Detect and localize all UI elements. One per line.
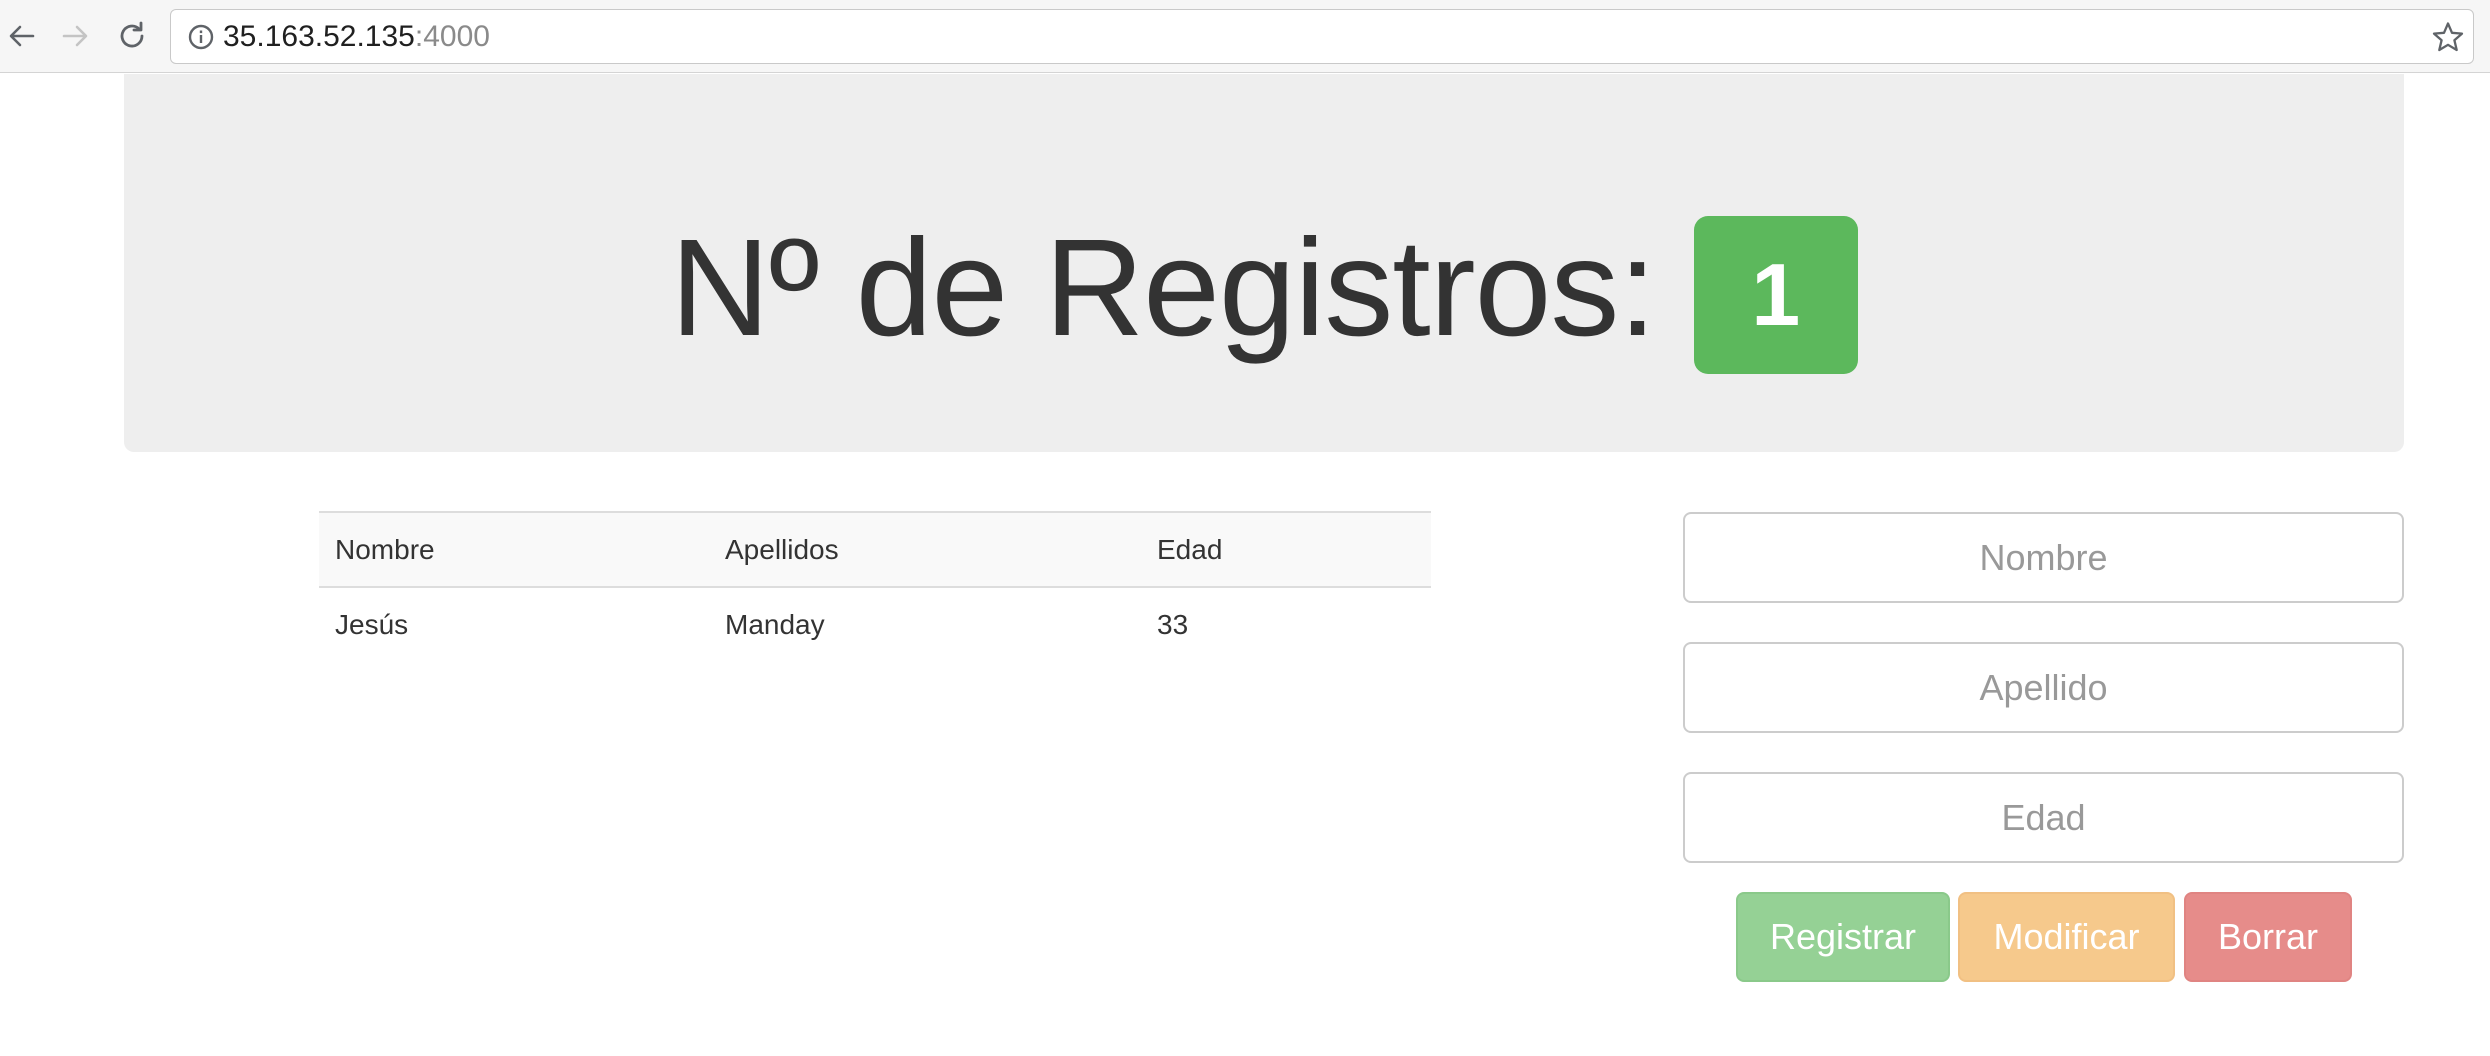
modificar-button[interactable]: Modificar bbox=[1958, 892, 2175, 982]
table-row[interactable]: Jesús Manday 33 bbox=[319, 587, 1431, 661]
table-header-row: Nombre Apellidos Edad bbox=[319, 511, 1431, 588]
edad-input[interactable] bbox=[1683, 772, 2404, 863]
reload-button[interactable] bbox=[110, 14, 154, 58]
nombre-input[interactable] bbox=[1683, 512, 2404, 603]
arrow-left-icon bbox=[9, 25, 35, 47]
column-header-edad: Edad bbox=[1141, 511, 1431, 588]
url-port: :4000 bbox=[414, 20, 490, 53]
column-header-nombre: Nombre bbox=[319, 511, 709, 588]
info-icon[interactable] bbox=[187, 23, 215, 51]
apellido-input[interactable] bbox=[1683, 642, 2404, 733]
jumbotron: Nº de Registros: 1 bbox=[124, 74, 2404, 452]
column-header-apellidos: Apellidos bbox=[709, 511, 1141, 588]
forward-button[interactable] bbox=[53, 14, 97, 58]
browser-toolbar: 35.163.52.135:4000 bbox=[0, 0, 2490, 73]
registrar-button[interactable]: Registrar bbox=[1736, 892, 1950, 982]
address-bar[interactable]: 35.163.52.135:4000 bbox=[170, 9, 2474, 64]
star-icon[interactable] bbox=[2431, 20, 2465, 54]
back-button[interactable] bbox=[0, 14, 44, 58]
records-table: Nombre Apellidos Edad Jesús Manday 33 bbox=[319, 511, 1431, 661]
url-host: 35.163.52.135 bbox=[223, 20, 415, 53]
page-heading: Nº de Registros: 1 bbox=[124, 202, 2404, 374]
page-title: Nº de Registros: bbox=[670, 211, 1656, 365]
table-header: Nombre Apellidos Edad bbox=[319, 511, 1431, 588]
cell-apellidos: Manday bbox=[725, 608, 825, 640]
cell-edad: 33 bbox=[1157, 608, 1189, 640]
arrow-right-icon bbox=[62, 25, 88, 47]
table-body: Jesús Manday 33 bbox=[319, 587, 1431, 661]
url-text: 35.163.52.135:4000 bbox=[223, 22, 490, 52]
cell-nombre: Jesús bbox=[335, 608, 409, 640]
borrar-button[interactable]: Borrar bbox=[2184, 892, 2352, 982]
record-count-badge: 1 bbox=[1693, 216, 1858, 374]
reload-icon bbox=[120, 21, 144, 48]
